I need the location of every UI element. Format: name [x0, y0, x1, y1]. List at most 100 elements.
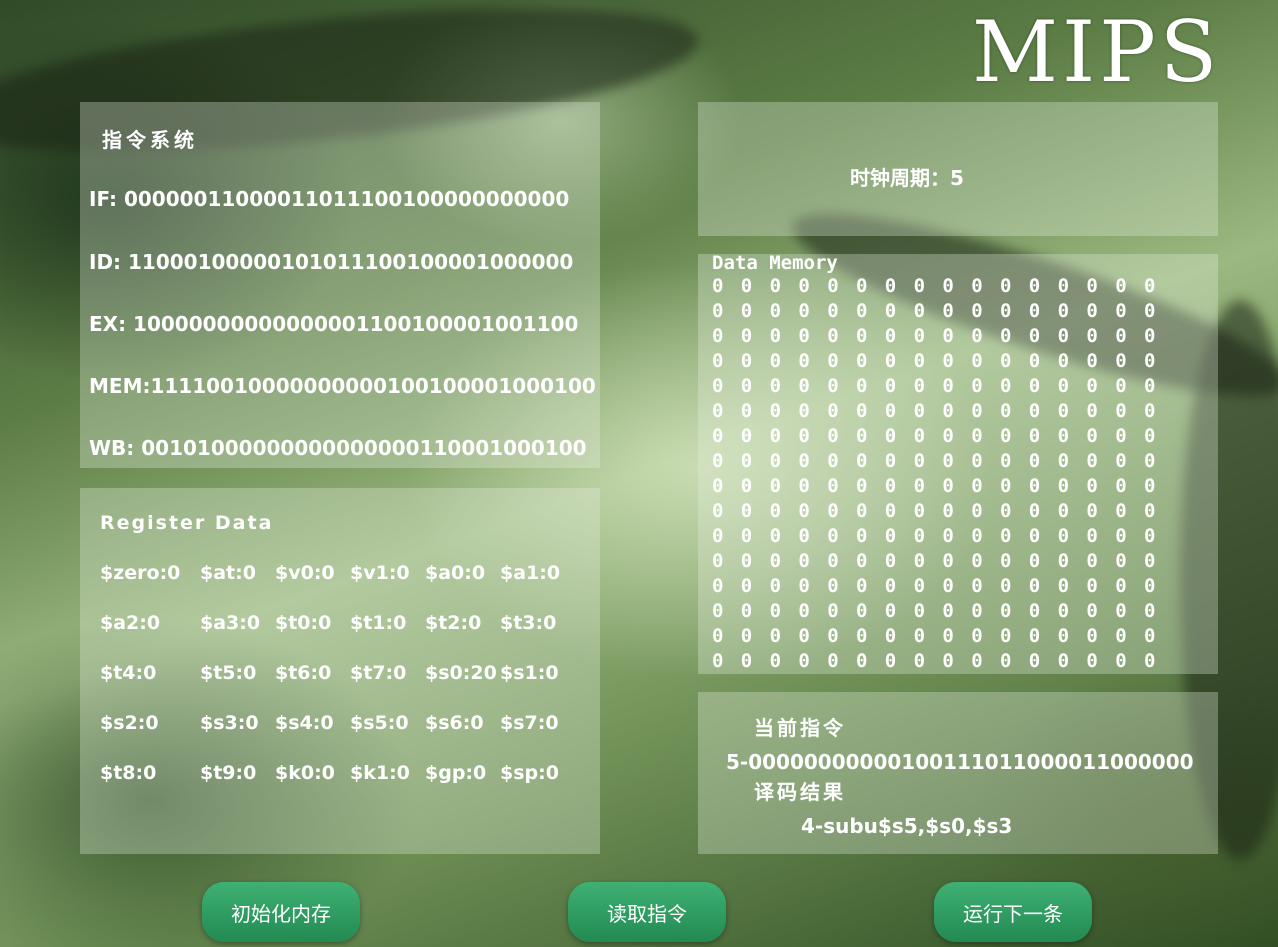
memory-cell: 0 [769, 275, 782, 297]
decode-result-title: 译码结果 [754, 780, 846, 804]
memory-cell: 0 [798, 625, 810, 647]
stage-wb: WB: 00101000000000000000110001000100 [89, 436, 587, 460]
memory-cell: 0 [1057, 650, 1070, 672]
memory-cell: 0 [1086, 300, 1098, 322]
current-instruction-panel: 当前指令 5-00000000000100111011000011000000 … [698, 692, 1218, 854]
memory-cell: 0 [1057, 400, 1070, 422]
register-value: $a0:0 [425, 562, 486, 584]
memory-cell: 0 [1057, 300, 1070, 322]
memory-cell: 0 [884, 575, 897, 597]
memory-cell: 0 [740, 500, 753, 522]
register-row: $a2:0 $a3:0 $t0:0 $t1:0 $t2:0 $t3:0 [100, 612, 600, 638]
memory-cell: 0 [856, 375, 868, 397]
memory-cell: 0 [856, 650, 868, 672]
memory-cell: 0 [740, 600, 753, 622]
memory-cell: 0 [712, 375, 724, 397]
memory-cell: 0 [1115, 525, 1127, 547]
memory-cell: 0 [1000, 575, 1012, 597]
memory-cell: 0 [827, 600, 839, 622]
memory-cell: 0 [1144, 400, 1156, 422]
register-value: $v0:0 [275, 562, 335, 584]
memory-cell: 0 [798, 300, 810, 322]
memory-cell: 0 [913, 500, 926, 522]
memory-cell: 0 [798, 475, 810, 497]
stage-if: IF: 00000011000011011100100000000000 [89, 187, 570, 211]
memory-cell: 0 [827, 450, 839, 472]
memory-cell: 0 [1057, 550, 1070, 572]
memory-cell: 0 [1000, 300, 1012, 322]
memory-cell: 0 [827, 525, 839, 547]
data-memory-grid: 0000000000000000000000000000000000000000… [712, 274, 1182, 674]
memory-cell: 0 [1028, 400, 1041, 422]
memory-cell: 0 [1144, 450, 1156, 472]
memory-cell: 0 [1057, 525, 1070, 547]
memory-cell: 0 [913, 550, 926, 572]
memory-cell: 0 [856, 350, 868, 372]
memory-cell: 0 [769, 325, 782, 347]
memory-cell: 0 [712, 450, 724, 472]
memory-row: 0000000000000000 [712, 274, 1182, 299]
memory-cell: 0 [740, 650, 753, 672]
memory-cell: 0 [827, 475, 839, 497]
memory-cell: 0 [971, 450, 983, 472]
memory-cell: 0 [798, 525, 810, 547]
memory-cell: 0 [856, 450, 868, 472]
memory-cell: 0 [1028, 350, 1041, 372]
memory-cell: 0 [856, 500, 868, 522]
memory-cell: 0 [1028, 450, 1041, 472]
memory-cell: 0 [913, 525, 926, 547]
memory-cell: 0 [769, 550, 782, 572]
register-value: $sp:0 [500, 762, 559, 784]
register-value: $t9:0 [200, 762, 257, 784]
memory-cell: 0 [1000, 525, 1012, 547]
memory-cell: 0 [884, 350, 897, 372]
current-instruction-value: 5-00000000000100111011000011000000 [726, 750, 1194, 774]
memory-cell: 0 [942, 375, 954, 397]
memory-cell: 0 [740, 350, 753, 372]
memory-cell: 0 [942, 650, 954, 672]
memory-cell: 0 [769, 500, 782, 522]
init-memory-button[interactable]: 初始化内存 [202, 882, 360, 942]
memory-cell: 0 [942, 425, 954, 447]
memory-cell: 0 [712, 275, 724, 297]
memory-cell: 0 [1000, 425, 1012, 447]
memory-cell: 0 [856, 275, 868, 297]
memory-cell: 0 [1086, 325, 1098, 347]
memory-cell: 0 [769, 625, 782, 647]
clock-cycle-panel: 时钟周期：5 [698, 102, 1218, 236]
memory-cell: 0 [798, 500, 810, 522]
memory-cell: 0 [712, 425, 724, 447]
memory-cell: 0 [1057, 575, 1070, 597]
memory-cell: 0 [1086, 650, 1098, 672]
memory-cell: 0 [1115, 300, 1127, 322]
memory-cell: 0 [827, 275, 839, 297]
memory-row: 0000000000000000 [712, 624, 1182, 649]
memory-cell: 0 [1000, 350, 1012, 372]
memory-cell: 0 [1000, 625, 1012, 647]
memory-cell: 0 [1086, 350, 1098, 372]
memory-cell: 0 [1086, 525, 1098, 547]
register-value: $t5:0 [200, 662, 257, 684]
memory-cell: 0 [769, 425, 782, 447]
memory-cell: 0 [769, 400, 782, 422]
memory-cell: 0 [942, 275, 954, 297]
memory-cell: 0 [1086, 475, 1098, 497]
memory-cell: 0 [740, 275, 753, 297]
memory-cell: 0 [712, 325, 724, 347]
memory-cell: 0 [1000, 500, 1012, 522]
memory-cell: 0 [712, 575, 724, 597]
memory-cell: 0 [971, 600, 983, 622]
stage-ex: EX: 10000000000000001100100001001100 [89, 312, 579, 336]
memory-cell: 0 [942, 600, 954, 622]
memory-cell: 0 [942, 625, 954, 647]
memory-cell: 0 [884, 400, 897, 422]
read-instruction-button[interactable]: 读取指令 [568, 882, 726, 942]
memory-cell: 0 [856, 625, 868, 647]
memory-cell: 0 [913, 325, 926, 347]
run-next-button[interactable]: 运行下一条 [934, 882, 1092, 942]
memory-cell: 0 [712, 550, 724, 572]
register-value: $t4:0 [100, 662, 157, 684]
memory-cell: 0 [1144, 350, 1156, 372]
memory-cell: 0 [1115, 400, 1127, 422]
register-value: $s7:0 [500, 712, 559, 734]
